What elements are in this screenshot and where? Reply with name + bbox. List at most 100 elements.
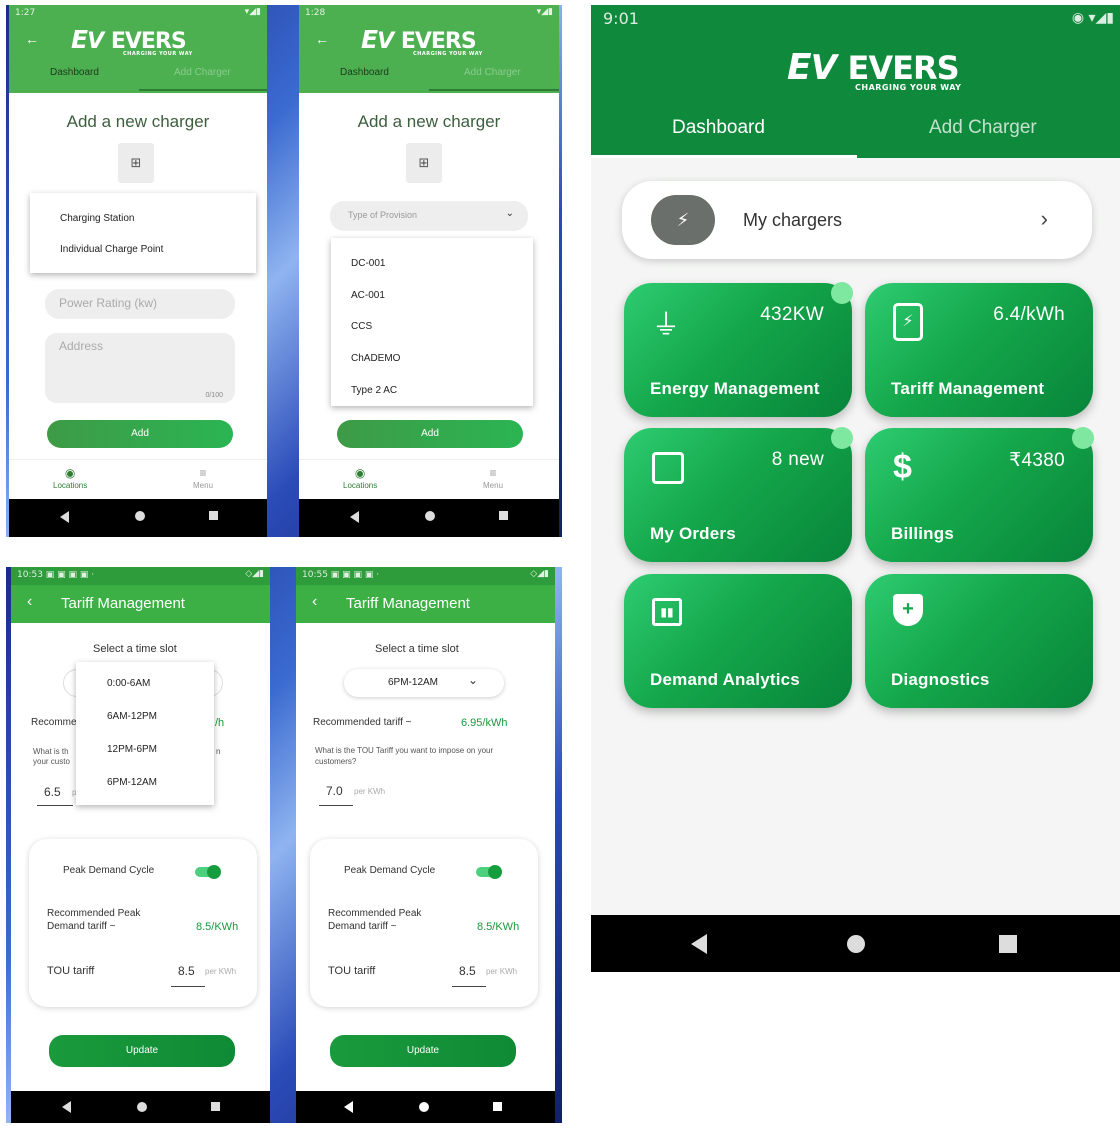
back-arrow-icon[interactable]: ← xyxy=(25,31,39,47)
add-image-icon[interactable]: ⊞ xyxy=(406,143,442,183)
header-title: Tariff Management xyxy=(346,595,470,612)
address-input[interactable]: Address 0/100 xyxy=(45,333,235,403)
tab-dashboard[interactable]: Dashboard xyxy=(672,117,765,139)
dollar-icon: $ xyxy=(893,448,912,486)
peak-recommended-label-2: Demand tariff ~ xyxy=(328,921,397,932)
system-back-icon[interactable] xyxy=(62,1101,71,1113)
nav-menu[interactable]: ≡ Menu xyxy=(483,466,503,490)
peak-title: Peak Demand Cycle xyxy=(63,865,155,876)
back-chevron-icon[interactable]: ‹ xyxy=(27,593,32,611)
screen-dashboard: 9:01 ◉ ▾◢▮ EV EVERS CHARGING YOUR WAY Dash… xyxy=(591,5,1120,972)
card-label: Energy Management xyxy=(650,379,820,398)
system-home-icon[interactable] xyxy=(135,511,145,521)
add-button[interactable]: Add xyxy=(337,420,523,448)
system-home-icon[interactable] xyxy=(425,511,435,521)
card-tariff-management[interactable]: ⚡ 6.4/kWh Tariff Management xyxy=(865,283,1093,417)
card-demand-analytics[interactable]: ▮▮ Demand Analytics xyxy=(624,574,852,708)
option-type-2-ac[interactable]: Type 2 AC xyxy=(351,385,397,396)
option-ac-001[interactable]: AC-001 xyxy=(351,290,385,301)
system-recents-icon[interactable] xyxy=(499,511,508,520)
system-home-icon[interactable] xyxy=(137,1102,147,1112)
peak-title: Peak Demand Cycle xyxy=(344,865,436,876)
status-bar: 9:01 ◉ ▾◢▮ xyxy=(603,9,1114,28)
tou-input[interactable]: 7.0 xyxy=(326,784,343,798)
system-home-icon[interactable] xyxy=(847,935,865,953)
power-rating-input[interactable]: Power Rating (kw) xyxy=(45,289,235,319)
chevron-down-icon: ⌄ xyxy=(505,208,514,219)
slot-label: Select a time slot xyxy=(375,643,459,655)
slot-select[interactable]: 6PM-12AM ⌄ xyxy=(344,669,504,697)
slot-12pm-6pm[interactable]: 12PM-6PM xyxy=(107,744,157,755)
add-image-icon[interactable]: ⊞ xyxy=(118,143,154,183)
provision-type-select[interactable]: Type of Provision ⌄ xyxy=(330,201,528,231)
back-arrow-icon[interactable]: ← xyxy=(315,31,329,47)
card-label: Diagnostics xyxy=(891,670,990,689)
system-nav-bar xyxy=(296,1091,555,1123)
slot-6pm-12am[interactable]: 6PM-12AM xyxy=(107,777,157,788)
system-home-icon[interactable] xyxy=(419,1102,429,1112)
system-recents-icon[interactable] xyxy=(209,511,218,520)
add-button[interactable]: Add xyxy=(47,420,233,448)
menu-item-charging-station[interactable]: Charging Station xyxy=(60,213,135,224)
system-back-icon[interactable] xyxy=(350,511,359,523)
card-energy-management[interactable]: ⏚ 432KW Energy Management xyxy=(624,282,853,417)
charger-icon: ⚡ xyxy=(651,195,715,245)
status-bar: 10:55 ▣ ▣ ▣ ▣ · ◇◢▮ xyxy=(302,569,549,580)
card-my-orders[interactable]: 8 new My Orders xyxy=(624,427,853,562)
slot-6am-12pm[interactable]: 6AM-12PM xyxy=(107,711,157,722)
update-button[interactable]: Update xyxy=(330,1035,516,1067)
card-billings[interactable]: $ ₹4380 Billings xyxy=(865,427,1094,562)
my-chargers-row[interactable]: ⚡ My chargers › xyxy=(622,181,1092,259)
tab-indicator xyxy=(139,89,267,91)
screen-tariff-slot-menu: 10:53 ▣ ▣ ▣ ▣ · ◇◢▮ ‹ Tariff Management S… xyxy=(11,567,270,1123)
system-recents-icon[interactable] xyxy=(493,1102,502,1111)
peak-demand-toggle[interactable] xyxy=(476,865,502,879)
system-back-icon[interactable] xyxy=(691,934,707,954)
peak-recommended-label-2: Demand tariff ~ xyxy=(47,921,116,932)
peak-tou-input[interactable]: 8.5 xyxy=(459,964,476,978)
option-dc-001[interactable]: DC-001 xyxy=(351,258,385,269)
update-button[interactable]: Update xyxy=(49,1035,235,1067)
peak-recommended-label: Recommended Peak xyxy=(47,908,141,919)
tab-indicator xyxy=(429,89,559,91)
system-back-icon[interactable] xyxy=(60,511,69,523)
tab-add-charger[interactable]: Add Charger xyxy=(929,117,1037,139)
slot-0-6am[interactable]: 0:00-6AM xyxy=(107,678,150,689)
menu-item-individual-charge-point[interactable]: Individual Charge Point xyxy=(60,244,163,255)
system-nav-bar xyxy=(591,915,1120,972)
tab-add-charger[interactable]: Add Charger xyxy=(174,67,231,78)
tou-input[interactable]: 6.5 xyxy=(44,785,61,799)
back-chevron-icon[interactable]: ‹ xyxy=(312,593,317,611)
screen-tariff-slot-selected: 10:55 ▣ ▣ ▣ ▣ · ◇◢▮ ‹ Tariff Management S… xyxy=(296,567,555,1123)
option-chademo[interactable]: ChADEMO xyxy=(351,353,400,364)
peak-recommended-value: 8.5/KWh xyxy=(196,921,239,933)
card-label: Billings xyxy=(891,524,954,543)
address-placeholder: Address xyxy=(59,339,104,353)
nav-menu[interactable]: ≡ Menu xyxy=(193,466,213,490)
system-back-icon[interactable] xyxy=(344,1101,353,1113)
card-value: 8 new xyxy=(771,449,824,470)
tab-dashboard[interactable]: Dashboard xyxy=(50,67,99,78)
system-recents-icon[interactable] xyxy=(211,1102,220,1111)
status-bar: 10:53 ▣ ▣ ▣ ▣ · ◇◢▮ xyxy=(17,569,264,580)
my-chargers-label: My chargers xyxy=(743,210,843,230)
bottom-nav: ◉ Locations ≡ Menu xyxy=(9,459,267,499)
peak-demand-toggle[interactable] xyxy=(195,865,221,879)
status-bar: 1:27 ▾◢▮ xyxy=(15,7,261,18)
status-bar: 1:28 ▾◢▮ xyxy=(305,7,553,18)
bottom-nav: ◉ Locations ≡ Menu xyxy=(299,459,559,499)
tab-dashboard[interactable]: Dashboard xyxy=(340,67,389,78)
option-ccs[interactable]: CCS xyxy=(351,321,372,332)
char-counter: 0/100 xyxy=(205,392,223,399)
header: ‹ Tariff Management xyxy=(296,585,555,623)
menu-icon: ≡ xyxy=(489,466,497,480)
tou-unit: per KWh xyxy=(354,787,386,796)
provision-options-menu: DC-001 AC-001 CCS ChADEMO Type 2 AC xyxy=(331,238,533,406)
nav-locations[interactable]: ◉ Locations xyxy=(53,466,87,490)
tab-add-charger[interactable]: Add Charger xyxy=(464,67,521,78)
nav-locations[interactable]: ◉ Locations xyxy=(343,466,377,490)
peak-tou-input[interactable]: 8.5 xyxy=(178,964,195,978)
card-diagnostics[interactable]: + Diagnostics xyxy=(865,574,1093,708)
recommended-label: Recomme xyxy=(31,717,77,728)
system-recents-icon[interactable] xyxy=(999,935,1017,953)
